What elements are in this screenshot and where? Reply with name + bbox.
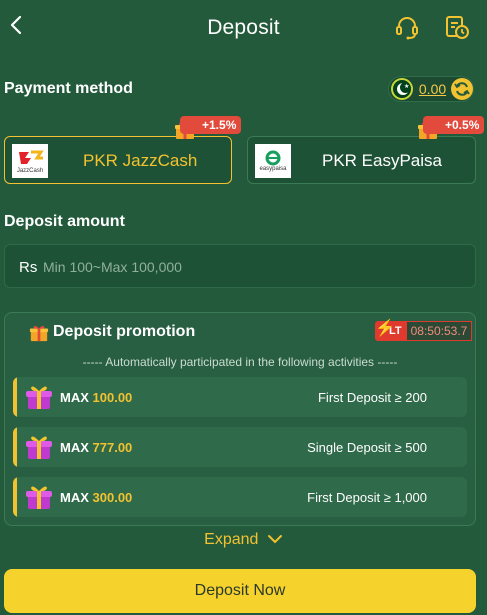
- promotion-item: MAX 100.00 First Deposit ≥ 200: [13, 377, 467, 417]
- refresh-icon: [454, 82, 470, 96]
- promotion-item: MAX 777.00 Single Deposit ≥ 500: [13, 427, 467, 467]
- max-label: MAX: [60, 490, 89, 505]
- max-value: 100.00: [92, 390, 133, 405]
- max-value: 777.00: [92, 440, 133, 455]
- gift-icon: [29, 325, 49, 342]
- promotion-timer: ⚡ LT 08:50:53.7: [375, 320, 473, 341]
- timer-badge: ⚡ LT: [375, 320, 406, 341]
- max-value: 300.00: [92, 490, 133, 505]
- max-label: MAX: [60, 440, 89, 455]
- bonus-badge: +0.5%: [423, 116, 485, 134]
- bonus-badge: +1.5%: [180, 116, 242, 134]
- currency-symbol: Rs: [19, 259, 38, 276]
- balance-widget: ★ 0.00: [388, 76, 474, 102]
- payment-method-title: Payment method: [4, 80, 133, 97]
- headset-icon: [396, 17, 418, 40]
- jazzcash-logo: JazzCash: [12, 144, 48, 178]
- pay-method-label: PKR JazzCash: [83, 151, 198, 170]
- promotion-condition: First Deposit ≥ 200: [317, 390, 427, 405]
- auto-participation-note: ----- Automatically participated in the …: [82, 355, 398, 369]
- expand-label: Expand: [204, 531, 259, 548]
- header: Deposit: [0, 0, 487, 56]
- gift-box-icon: [26, 386, 52, 409]
- pay-method-label: PKR EasyPaisa: [322, 151, 442, 170]
- pay-method-jazzcash[interactable]: JazzCash PKR JazzCash: [4, 136, 232, 184]
- countdown-value: 08:50:53.7: [405, 321, 473, 341]
- deposit-promotion-panel: Deposit promotion ⚡ LT 08:50:53.7 ----- …: [4, 312, 476, 526]
- promotion-condition: First Deposit ≥ 1,000: [307, 490, 427, 505]
- pay-method-easypaisa[interactable]: easypaisa PKR EasyPaisa: [247, 136, 476, 184]
- refresh-balance-button[interactable]: [451, 78, 473, 100]
- expand-button[interactable]: Expand: [0, 531, 487, 549]
- promotion-item: MAX 300.00 First Deposit ≥ 1,000: [13, 477, 467, 517]
- promotion-condition: Single Deposit ≥ 500: [307, 440, 427, 455]
- easypaisa-logo: easypaisa: [255, 144, 291, 178]
- deposit-amount-title: Deposit amount: [4, 213, 125, 230]
- lightning-icon: ⚡: [375, 320, 395, 337]
- balance-amount[interactable]: 0.00: [419, 81, 446, 97]
- amount-field: Rs: [4, 244, 476, 288]
- history-button[interactable]: [444, 14, 470, 40]
- deposit-now-button[interactable]: Deposit Now: [4, 569, 476, 613]
- amount-input[interactable]: [43, 253, 463, 281]
- gift-box-icon: [26, 436, 52, 459]
- pakistan-flag-icon: ★: [391, 78, 413, 100]
- gift-box-icon: [26, 486, 52, 509]
- history-clock-icon: [446, 16, 469, 39]
- promotion-title: Deposit promotion: [53, 323, 196, 340]
- max-label: MAX: [60, 390, 89, 405]
- chevron-down-icon: [267, 535, 282, 544]
- support-button[interactable]: [394, 14, 420, 40]
